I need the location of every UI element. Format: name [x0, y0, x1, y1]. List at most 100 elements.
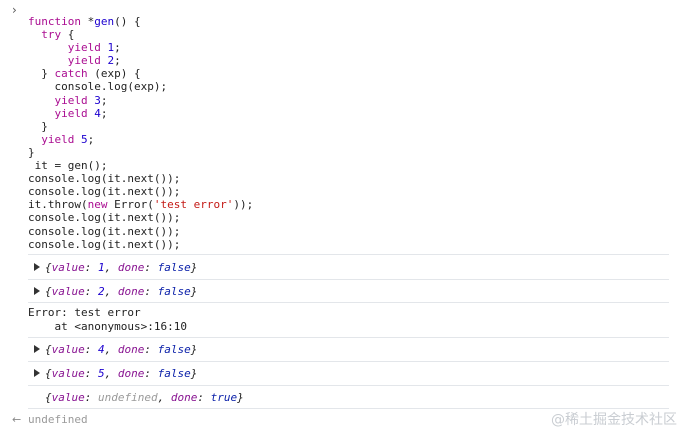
code-token: } — [28, 145, 35, 159]
expand-triangle-icon[interactable] — [34, 369, 40, 377]
log-entry-1[interactable]: {value: 1, done: false} — [28, 257, 197, 277]
code-line: try { — [28, 28, 253, 41]
code-token: console.log(exp); — [28, 80, 168, 94]
code-token: console.log(it.next()); — [28, 237, 181, 251]
code-token: it.throw( — [28, 198, 88, 212]
code-token: { — [61, 28, 75, 42]
object-key: done — [117, 366, 145, 380]
code-token: Error( — [114, 198, 154, 212]
object-punctuation: : — [144, 366, 158, 380]
log-entry-3[interactable]: {value: 4, done: false} — [28, 339, 197, 359]
object-value: true — [210, 390, 238, 404]
code-line: console.log(it.next()); — [28, 225, 253, 238]
log-entry-5[interactable]: {value: undefined, done: true} — [28, 387, 244, 407]
object-punctuation: } — [190, 260, 198, 274]
code-token: (exp) { — [87, 67, 141, 81]
code-token: ; — [114, 41, 121, 55]
object-value: false — [157, 366, 191, 380]
code-line: console.log(exp); — [28, 80, 253, 93]
log-entry-2[interactable]: {value: 2, done: false} — [28, 281, 197, 301]
log-divider — [28, 279, 669, 280]
prompt-chevron-icon: › — [12, 3, 17, 17]
object-key: done — [117, 260, 145, 274]
object-punctuation: } — [237, 390, 244, 404]
code-line: console.log(it.next()); — [28, 211, 253, 224]
code-token: ; — [100, 93, 108, 107]
object-punctuation: } — [190, 342, 198, 356]
log-entry-4[interactable]: {value: 5, done: false} — [28, 363, 197, 383]
object-punctuation: , — [104, 366, 118, 380]
code-line: yield 3; — [28, 94, 253, 107]
object-punctuation: : — [197, 390, 211, 404]
return-arrow-icon: ← — [12, 413, 22, 426]
object-punctuation: : — [84, 390, 98, 404]
object-value: false — [157, 284, 191, 298]
code-token: function — [28, 15, 88, 28]
code-token: yield — [67, 54, 108, 68]
object-value: 5 — [98, 366, 105, 380]
code-token: try — [41, 28, 62, 42]
object-value: false — [157, 260, 191, 274]
log-divider — [28, 361, 669, 362]
object-key: value — [51, 390, 85, 404]
object-punctuation: { — [45, 390, 52, 404]
object-punctuation: } — [190, 366, 198, 380]
code-line: } — [28, 146, 253, 159]
expand-triangle-icon[interactable] — [34, 345, 40, 353]
code-token: } — [28, 67, 55, 81]
error-message: Error: test error at <anonymous>:16:10 — [28, 306, 187, 333]
object-key: value — [51, 366, 85, 380]
object-punctuation: , — [104, 260, 118, 274]
error-title: Error: test error — [28, 306, 141, 319]
code-token: catch — [54, 67, 88, 81]
code-line: console.log(it.next()); — [28, 238, 253, 251]
object-key: value — [51, 260, 85, 274]
watermark: @稀土掘金技术社区 — [551, 412, 677, 428]
object-key: done — [117, 342, 145, 356]
code-token: ; — [114, 54, 121, 68]
expand-triangle-icon[interactable] — [34, 287, 40, 295]
code-token: yield — [54, 93, 95, 107]
code-line: yield 5; — [28, 133, 253, 146]
object-key: done — [117, 284, 145, 298]
code-line: } — [28, 120, 253, 133]
object-key: value — [51, 284, 85, 298]
code-token: 'test error' — [153, 198, 234, 212]
code-line: it.throw(new Error('test error')); — [28, 198, 253, 211]
object-punctuation: } — [190, 284, 198, 298]
code-line: console.log(it.next()); — [28, 185, 253, 198]
code-token: new — [87, 198, 115, 212]
devtools-console: › function *gen() { try { yield 1; yield… — [0, 0, 683, 432]
object-punctuation: : — [84, 366, 98, 380]
object-punctuation: : — [144, 260, 158, 274]
object-punctuation: { — [45, 284, 52, 298]
object-value: false — [157, 342, 191, 356]
object-value: 2 — [98, 284, 105, 298]
code-line: console.log(it.next()); — [28, 172, 253, 185]
object-punctuation: : — [84, 284, 98, 298]
error-stack-line[interactable]: at <anonymous>:16:10 — [28, 320, 186, 334]
object-punctuation: , — [104, 284, 118, 298]
code-token: it = gen(); — [28, 159, 108, 173]
object-key: done — [170, 390, 198, 404]
log-divider — [28, 254, 669, 255]
code-line: } catch (exp) { — [28, 67, 253, 80]
code-line: yield 1; — [28, 41, 253, 54]
code-token: 5 — [81, 132, 88, 146]
code-line: yield 2; — [28, 54, 253, 67]
log-divider — [28, 337, 669, 338]
expand-triangle-icon[interactable] — [34, 263, 40, 271]
code-token: console.log(it.next()); — [28, 211, 181, 225]
code-line: function *gen() { — [28, 15, 253, 28]
object-punctuation: : — [144, 342, 158, 356]
code-token: ; — [87, 132, 95, 146]
object-punctuation: : — [84, 342, 98, 356]
code-input-block[interactable]: function *gen() { try { yield 1; yield 2… — [28, 15, 253, 251]
code-token: gen — [94, 15, 115, 28]
object-punctuation: { — [45, 260, 52, 274]
object-key: value — [51, 342, 85, 356]
